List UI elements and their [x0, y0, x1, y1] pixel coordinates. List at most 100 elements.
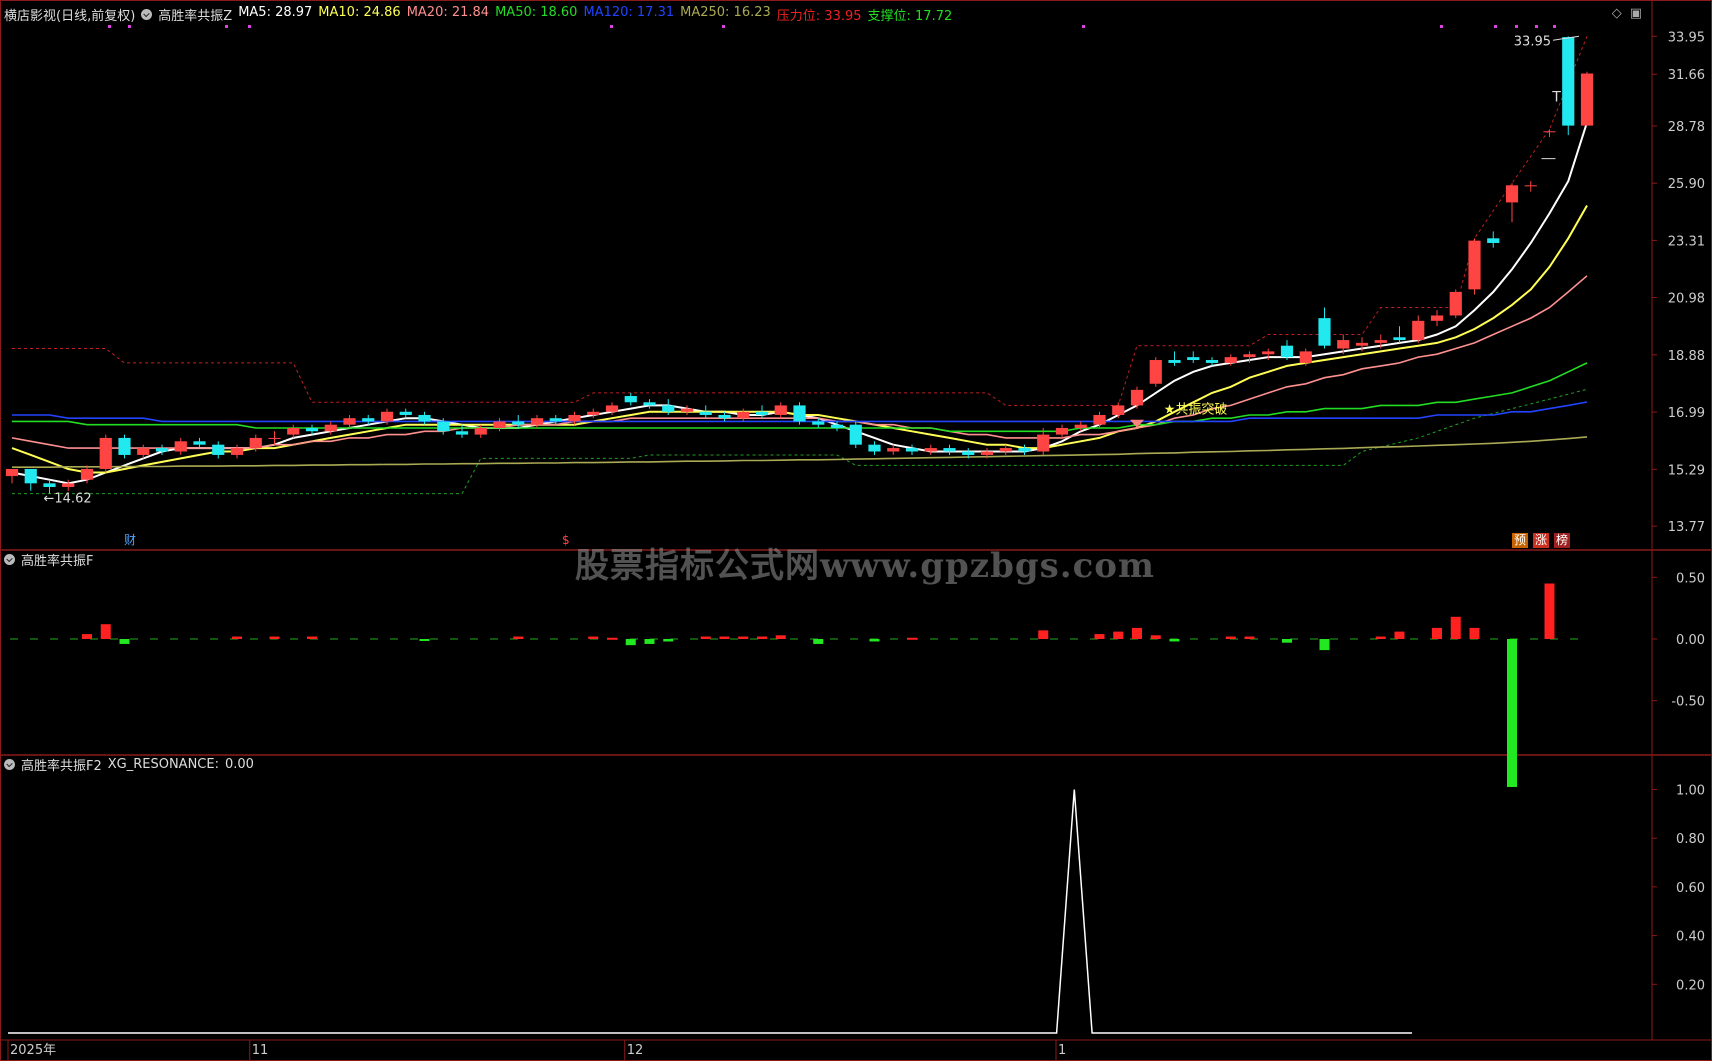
- window-controls: ◇ ▣: [1612, 6, 1642, 21]
- indicator-bar: [607, 637, 617, 640]
- maximize-icon[interactable]: ▣: [1630, 6, 1642, 21]
- candle-body: [193, 441, 206, 445]
- indicator-bar: [307, 636, 317, 639]
- indicator-bar: [1094, 634, 1105, 639]
- badge-bang[interactable]: 榜: [1554, 533, 1571, 548]
- candle-body: [1018, 448, 1031, 452]
- indicator-bar: [1038, 630, 1049, 639]
- candle-body: [568, 414, 581, 422]
- ma-line-ma250: [12, 436, 1588, 468]
- x-tick-label: 2025年: [10, 1043, 56, 1058]
- candle-body: [830, 424, 844, 428]
- indicator-bar: [232, 636, 242, 639]
- y-tick-label: 0.80: [1676, 832, 1705, 847]
- y-tick-label: 18.88: [1668, 349, 1705, 364]
- y-tick-label: 0.20: [1676, 978, 1705, 993]
- candle-body: [1280, 345, 1294, 358]
- candle-body: [849, 424, 862, 445]
- outer-frame: [0, 0, 1712, 1061]
- badge-yu[interactable]: 预: [1512, 533, 1529, 548]
- panel3-toggle-icon[interactable]: [4, 758, 15, 770]
- candle-body: [1205, 360, 1219, 363]
- indicator-bar: [775, 635, 786, 639]
- indicator-bar: [625, 639, 636, 646]
- candle-body: [587, 411, 600, 415]
- candle-body: [1505, 185, 1519, 203]
- ma-line-ma10: [11, 205, 1588, 474]
- ma-legend-item: MA5: 28.97: [238, 4, 313, 20]
- top-marker: [1440, 25, 1443, 28]
- badge-dollar[interactable]: $: [560, 533, 572, 548]
- ma-legend-item: 压力位: 33.95: [776, 8, 862, 24]
- candle-body: [643, 402, 656, 406]
- top-marker: [1553, 25, 1556, 28]
- indicator-bar: [1169, 639, 1180, 642]
- candle-body: [493, 421, 506, 428]
- panel3-legend: 高胜率共振F2 XG_RESONANCE: 0.00: [4, 754, 254, 774]
- candle-body: [962, 451, 975, 455]
- chart-stage[interactable]: 33.95 31.66 28.78 25.90 23.31 20.98 18.88 16.99…: [0, 0, 1712, 1061]
- candle-body: [137, 448, 150, 455]
- candle-body: [1037, 434, 1050, 452]
- candle-body: [1130, 389, 1144, 406]
- candle-body: [1168, 360, 1181, 363]
- top-marker: [1515, 25, 1518, 28]
- candle-body: [624, 396, 637, 403]
- candle-body: [793, 405, 806, 422]
- y-tick-label: 15.29: [1668, 463, 1705, 478]
- ma-legend: MA5: 28.97 MA10: 24.86 MA20: 21.84 MA50: 18…: [238, 5, 952, 24]
- indicator-bar: [1132, 627, 1142, 639]
- indicator-toggle-icon[interactable]: [141, 8, 153, 20]
- candle-body: [474, 427, 487, 435]
- candle-body: [1393, 337, 1406, 341]
- indicator-bar: [644, 639, 655, 644]
- indicator-bar: [869, 639, 880, 642]
- indicator-bar: [82, 634, 92, 639]
- badge-zhang[interactable]: 涨: [1533, 533, 1550, 548]
- candle-body: [305, 427, 319, 432]
- candle-body: [268, 437, 281, 439]
- panel3-title: 高胜率共振F2: [21, 758, 102, 774]
- candle-body: [774, 405, 787, 415]
- indicator-bar: [119, 639, 130, 644]
- candle-body: [249, 437, 262, 449]
- panel2-toggle-icon[interactable]: [4, 553, 15, 565]
- candle-body: [399, 411, 412, 415]
- candle-body: [1449, 291, 1462, 316]
- candle-body: [868, 444, 881, 452]
- candle-body: [343, 418, 356, 425]
- indicator-bar: [1282, 639, 1292, 643]
- candle-body: [62, 483, 75, 487]
- candle-body: [287, 427, 300, 435]
- resonance-line: [8, 789, 1412, 1034]
- panel3-value: 0.00: [224, 756, 254, 772]
- candle-body: [99, 437, 112, 469]
- top-marker: [128, 25, 131, 28]
- x-tick-label: 12: [627, 1043, 644, 1058]
- top-marker: [1082, 25, 1085, 28]
- candle-body: [1112, 405, 1125, 415]
- indicator-bar: [757, 636, 767, 639]
- badge-cai[interactable]: 财: [122, 533, 138, 548]
- indicator-bar: [1507, 639, 1517, 787]
- diamond-icon[interactable]: ◇: [1612, 6, 1622, 21]
- x-tick-label: 1: [1058, 1043, 1066, 1058]
- top-marker: [225, 25, 228, 28]
- panel3-label: XG_RESONANCE:: [107, 756, 219, 772]
- candle-body: [362, 418, 375, 422]
- candle-body: [1318, 318, 1331, 346]
- y-tick-label: 0.00: [1676, 633, 1705, 648]
- candle-body: [1562, 37, 1575, 126]
- indicator-bar: [1225, 636, 1236, 639]
- t-mark: T: [1551, 90, 1561, 106]
- candle-body: [1487, 238, 1500, 243]
- indicator-bar: [1469, 627, 1480, 639]
- indicator-bar: [1150, 635, 1161, 639]
- y-tick-label: -0.50: [1671, 695, 1705, 710]
- y-tick-label: 16.99: [1668, 406, 1705, 421]
- indicator-bar: [269, 636, 280, 639]
- y-tick-label: 20.98: [1668, 292, 1705, 307]
- candle-body: [980, 451, 994, 455]
- candle-body: [1074, 424, 1087, 428]
- indicator-bar: [419, 639, 430, 641]
